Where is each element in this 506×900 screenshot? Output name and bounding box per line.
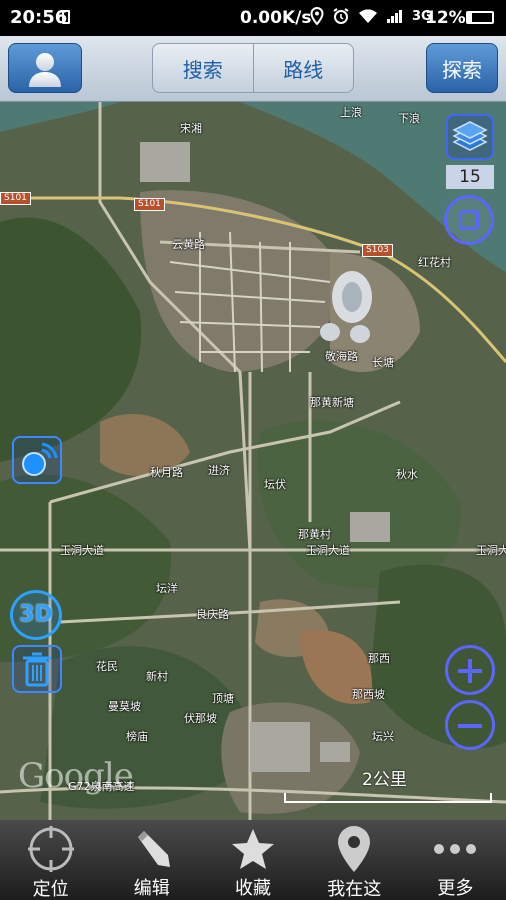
compass-button[interactable] [12,436,62,484]
place-label: 那西 [368,652,390,665]
zoom-in-button[interactable] [445,645,495,695]
place-label: 敬海路 [325,350,358,363]
place-label: 长塘 [372,356,394,369]
nav-label: 收藏 [235,878,271,899]
place-label: 坛伏 [264,478,286,491]
nav-label: 更多 [437,878,474,899]
tab-route[interactable]: 路线 [252,44,354,92]
place-label: 曼莫坡 [108,700,141,713]
place-label: 玉洞大道 [60,544,104,557]
battery-saver-icon [62,10,70,24]
signal-icon [387,10,402,23]
road-shield: S101 [0,192,31,205]
road-shield: S101 [134,198,165,211]
place-label: 玉洞大道 [306,544,350,557]
place-label: 宋湘 [180,122,202,135]
pencil-icon [137,830,170,867]
zoom-out-button[interactable] [445,700,495,750]
nav-im-here[interactable]: 我在这 [304,820,405,900]
nav-locate[interactable]: 定位 [0,820,101,900]
tab-search[interactable]: 搜索 [153,44,253,92]
place-label: 良庆路 [196,608,229,621]
google-watermark: Google [18,756,134,796]
place-label: 伏那坡 [184,712,217,725]
wifi-icon [359,9,377,23]
status-time: 20:56 [10,7,68,28]
clear-button[interactable] [12,645,62,693]
map-pin-icon [338,826,371,872]
nav-favorites[interactable]: 收藏 [202,820,303,900]
scale-label: 2公里 [362,770,407,790]
layers-button[interactable] [446,114,494,160]
location-icon [310,7,324,25]
network-speed: 0.00K/s [240,8,312,28]
nav-label: 我在这 [327,879,382,900]
locate-crosshair-icon [27,826,74,872]
more-dots-icon [434,843,477,854]
nav-label: 定位 [32,879,69,900]
place-label: 玉洞大道 [476,544,506,557]
place-label: 红花村 [418,256,451,269]
satellite-map[interactable]: 宋湘 上浪 下浪 云黄路 敬海路 长塘 那黄新塘 秋月路 进济 坛伏 那黄村 玉… [0,102,506,820]
app-root: 20:56 0.00K/s 3G 12% 搜索 路线 探索 宋湘 上浪 下浪 云… [0,0,506,900]
bottom-nav: 定位 编辑 收藏 我在这 更多 [0,820,506,900]
nav-edit[interactable]: 编辑 [101,820,202,900]
place-label: 秋月路 [150,466,183,479]
top-toolbar: 搜索 路线 探索 [0,36,506,102]
zoom-level-display: 15 [446,165,494,189]
status-bar: 20:56 0.00K/s 3G 12% [0,0,506,36]
satellite-dish-icon [22,442,58,476]
place-label: 坛兴 [372,730,394,743]
place-label: 坛洋 [156,582,178,595]
place-label: 上浪 [340,106,362,119]
star-icon [232,828,274,869]
place-label: 榜庙 [126,730,148,743]
fullscreen-button[interactable] [444,195,494,245]
user-avatar-icon [29,53,61,87]
road-shield: S103 [362,244,393,257]
explore-button[interactable]: 探索 [426,43,498,93]
nav-label: 编辑 [133,878,170,899]
trash-icon [23,652,51,687]
place-label: 下浪 [398,112,420,125]
place-label: 那西坡 [352,688,385,701]
place-label: 秋水 [396,468,418,481]
3d-toggle-button[interactable]: 3D [10,590,62,640]
scale-bar [284,793,492,803]
square-icon [459,210,479,230]
3d-label: 3D [19,602,53,627]
nav-more[interactable]: 更多 [405,820,506,900]
place-label: 云黄路 [172,238,205,251]
alarm-icon [333,8,349,24]
battery-percent: 12% [425,8,466,28]
battery-icon [466,11,494,24]
place-label: 花民 [96,660,118,673]
mode-segmented-control: 搜索 路线 [152,43,354,93]
place-label: 进济 [208,464,230,477]
map-imagery [0,102,506,820]
place-label: 那黄村 [298,528,331,541]
status-icons: 3G [310,7,432,25]
user-avatar-button[interactable] [8,43,82,93]
place-label: 新村 [146,670,168,683]
place-label: 顶塘 [212,692,234,705]
layers-icon [452,121,488,151]
place-label: 那黄新塘 [310,396,354,409]
